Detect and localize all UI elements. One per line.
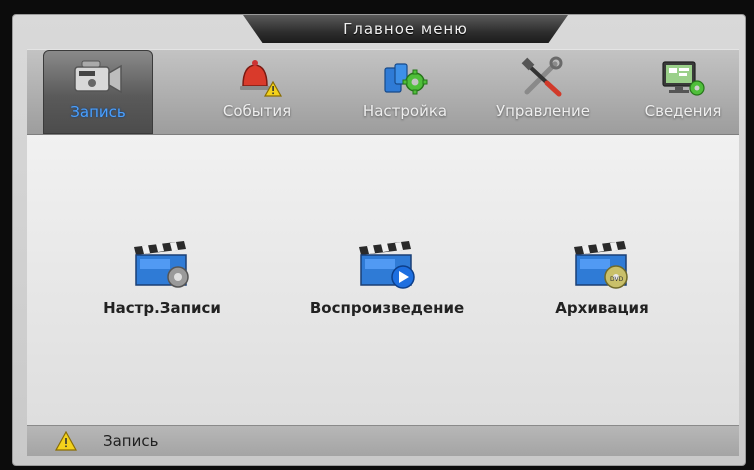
alarm-bell-icon [240, 60, 283, 97]
tab-events-label: События [222, 102, 292, 120]
backup-button[interactable]: DVD Архивация [532, 235, 672, 317]
main-menu-panel: Главное меню Запись События Настройка Уп… [12, 14, 746, 466]
backup-label: Архивация [555, 299, 649, 317]
system-info-icon [662, 61, 705, 96]
record-settings-button[interactable]: Настр.Записи [87, 235, 237, 317]
tools-icon [521, 56, 563, 97]
playback-icon [359, 241, 415, 289]
status-text: Запись [103, 432, 159, 450]
title-bar: Главное меню [243, 15, 568, 43]
playback-label: Воспроизведение [309, 299, 465, 317]
content-area: Настр.Записи Воспроизведение DVD Архивац… [27, 135, 739, 425]
tab-settings-label: Настройка [362, 102, 448, 120]
tab-events[interactable]: События [207, 50, 307, 134]
tab-management-label: Управление [495, 102, 591, 120]
tab-info-label: Сведения [644, 102, 722, 120]
tab-record-label: Запись [70, 103, 126, 121]
record-settings-label: Настр.Записи [103, 299, 221, 317]
record-settings-icon [134, 241, 189, 288]
status-bar: Запись [27, 425, 739, 456]
backup-icon: DVD [574, 241, 628, 289]
playback-button[interactable]: Воспроизведение [287, 235, 487, 317]
tab-record[interactable]: Запись [43, 50, 153, 134]
settings-gears-icon [384, 63, 428, 95]
camera-icon [74, 60, 122, 94]
screen: Главное меню Запись События Настройка Уп… [0, 0, 754, 470]
tab-settings[interactable]: Настройка [345, 50, 465, 134]
tab-strip: Запись События Настройка Управление Свед… [27, 49, 739, 135]
window-title: Главное меню [343, 20, 468, 38]
tab-info[interactable]: Сведения [631, 50, 735, 134]
tab-management[interactable]: Управление [479, 50, 607, 134]
warning-icon [55, 431, 77, 451]
svg-text:DVD: DVD [610, 276, 624, 283]
